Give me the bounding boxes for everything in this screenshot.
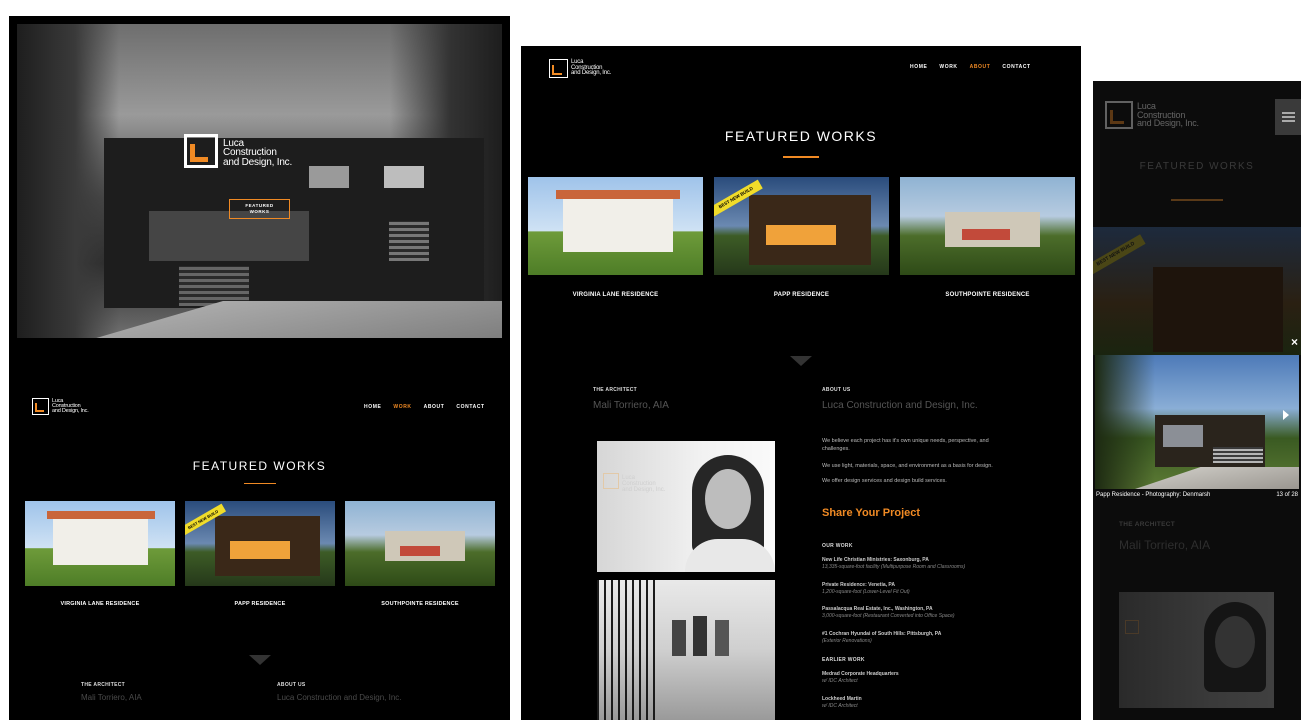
about-label: ABOUT US [277,682,306,688]
title-underline [1171,199,1223,201]
our-work-item-sub: 1,200-square-foot (Lower-Level Fit Out) [822,589,910,595]
title-underline [244,483,276,484]
our-work-item-4: #1 Cochran Hyundai of South Hills: Pitts… [822,631,1052,645]
caption-southpointe[interactable]: SOUTHPOINTE RESIDENCE [345,601,495,607]
architect-name: Mali Torriero, AIA [1119,538,1211,552]
hero-image [9,16,510,346]
nav-home[interactable]: HOME [364,404,381,410]
logo-mark-icon [184,134,218,168]
featured-works-title: FEATURED WORKS [192,459,327,473]
thumb-papp[interactable]: BEST NEW BUILD [714,177,889,275]
nav-about[interactable]: ABOUT [424,404,445,410]
earlier-work-label: EARLIER WORK [822,657,865,663]
main-nav: HOME WORK ABOUT CONTACT [364,404,485,410]
dimmed-thumb-papp: BEST NEW BUILD [1093,227,1301,355]
logo-mark-icon [1105,101,1133,129]
caption-southpointe[interactable]: SOUTHPOINTE RESIDENCE [900,292,1075,298]
caption-papp[interactable]: PAPP RESIDENCE [185,601,335,607]
our-work-item-title: New Life Christian Ministries: Saxonburg… [822,557,929,563]
logo-mark-icon [32,398,49,415]
thumb-southpointe[interactable] [900,177,1075,275]
logo-line-3: and Design, Inc. [223,156,293,168]
nav-contact[interactable]: CONTACT [456,404,484,410]
architect-label: THE ARCHITECT [593,387,637,393]
our-work-label: OUR WORK [822,543,853,549]
thumb-papp[interactable]: BEST NEW BUILD [185,501,335,586]
architect-name: Mali Torriero, AIA [593,400,669,411]
mobile-lightbox-panel: Luca Construction and Design, Inc. FEATU… [1093,81,1301,720]
earlier-work-item-sub: w/ IDC Architect [822,678,858,684]
featured-works-button-label-2: WORKS [249,209,270,214]
lightbox-image[interactable] [1095,355,1299,489]
nav-contact[interactable]: CONTACT [1002,64,1030,70]
earlier-work-item-title: Lockheed Martin [822,696,862,702]
architect-label: THE ARCHITECT [1119,521,1176,528]
construction-photo [597,580,775,720]
nav-about[interactable]: ABOUT [970,64,991,70]
lightbox-close-icon[interactable]: × [1291,336,1298,348]
logo-line-3: and Design, Inc. [52,408,89,415]
logo-mark-icon [549,59,568,78]
about-name: Luca Construction and Design, Inc. [822,400,978,411]
nav-work[interactable]: WORK [393,404,411,410]
next-arrow-icon[interactable] [1283,410,1289,420]
featured-works-title: FEATURED WORKS [1139,161,1255,172]
menu-icon[interactable] [1275,99,1301,135]
our-work-item-1: New Life Christian Ministries: Saxonburg… [822,557,1052,571]
scroll-down-icon[interactable] [249,655,271,665]
header-logo[interactable]: Luca Construction and Design, Inc. [1105,101,1199,129]
main-nav: HOME WORK ABOUT CONTACT [910,64,1031,70]
logo-line-3: and Design, Inc. [571,70,612,77]
nav-home[interactable]: HOME [910,64,927,70]
earlier-work-item-sub: w/ IDC Architect [822,703,858,709]
earlier-work-item-1: Medrad Corporate Headquarters w/ IDC Arc… [822,671,1052,685]
hero-logo[interactable]: Luca Construction and Design, Inc. [184,134,292,168]
our-work-item-3: Passalacqua Real Estate, Inc., Washingto… [822,606,1052,620]
our-work-item-title: #1 Cochran Hyundai of South Hills: Pitts… [822,631,942,637]
caption-papp[interactable]: PAPP RESIDENCE [714,292,889,298]
about-label: ABOUT US [822,387,851,393]
our-work-item-sub: 13,335-square-foot facility (Multipurpos… [822,564,966,570]
best-new-build-ribbon: BEST NEW BUILD [1093,234,1146,275]
our-work-item-sub: 3,000-square-foot (Restaurant Converted … [822,613,955,619]
lightbox-counter: 13 of 28 [1276,492,1298,498]
share-project-link[interactable]: Share Your Project [822,507,920,519]
about-paragraph-1: We believe each project has it's own uni… [822,438,989,452]
scroll-down-icon[interactable] [790,356,812,366]
desktop-home-panel: Luca Construction and Design, Inc. FEATU… [9,16,510,720]
about-name: Luca Construction and Design, Inc. [277,693,402,702]
caption-virginia-lane[interactable]: VIRGINIA LANE RESIDENCE [25,601,175,607]
architect-label: THE ARCHITECT [81,682,125,688]
title-underline [783,156,819,158]
architect-name: Mali Torriero, AIA [81,693,142,702]
header-logo[interactable]: Luca Construction and Design, Inc. [32,398,89,415]
architect-portrait: Luca Construction and Design, Inc. [597,441,775,572]
header-logo[interactable]: Luca Construction and Design, Inc. [549,59,611,78]
our-work-item-title: Passalacqua Real Estate, Inc., Washingto… [822,606,933,612]
architect-portrait [1119,592,1274,708]
featured-works-title: FEATURED WORKS [724,128,878,144]
about-paragraph-3: We offer design services and design buil… [822,478,947,484]
caption-virginia-lane[interactable]: VIRGINIA LANE RESIDENCE [528,292,703,298]
our-work-item-sub: (Exterior Renovations) [822,638,872,644]
thumb-southpointe[interactable] [345,501,495,586]
about-page-panel: Luca Construction and Design, Inc. HOME … [521,46,1081,720]
about-paragraph-2: We use light, materials, space, and envi… [822,463,993,469]
nav-work[interactable]: WORK [939,64,957,70]
featured-works-button[interactable]: FEATURED WORKS [229,199,290,219]
thumb-virginia-lane[interactable] [25,501,175,586]
our-work-item-2: Private Residence: Venetia, PA 1,200-squ… [822,582,1052,596]
lightbox-caption: Papp Residence - Photography: Denmarsh [1096,492,1211,498]
thumb-virginia-lane[interactable] [528,177,703,275]
logo-line-3: and Design, Inc. [1137,118,1199,129]
earlier-work-item-title: Medrad Corporate Headquarters [822,671,899,677]
our-work-item-title: Private Residence: Venetia, PA [822,582,895,588]
earlier-work-item-2: Lockheed Martin w/ IDC Architect [822,696,1052,710]
